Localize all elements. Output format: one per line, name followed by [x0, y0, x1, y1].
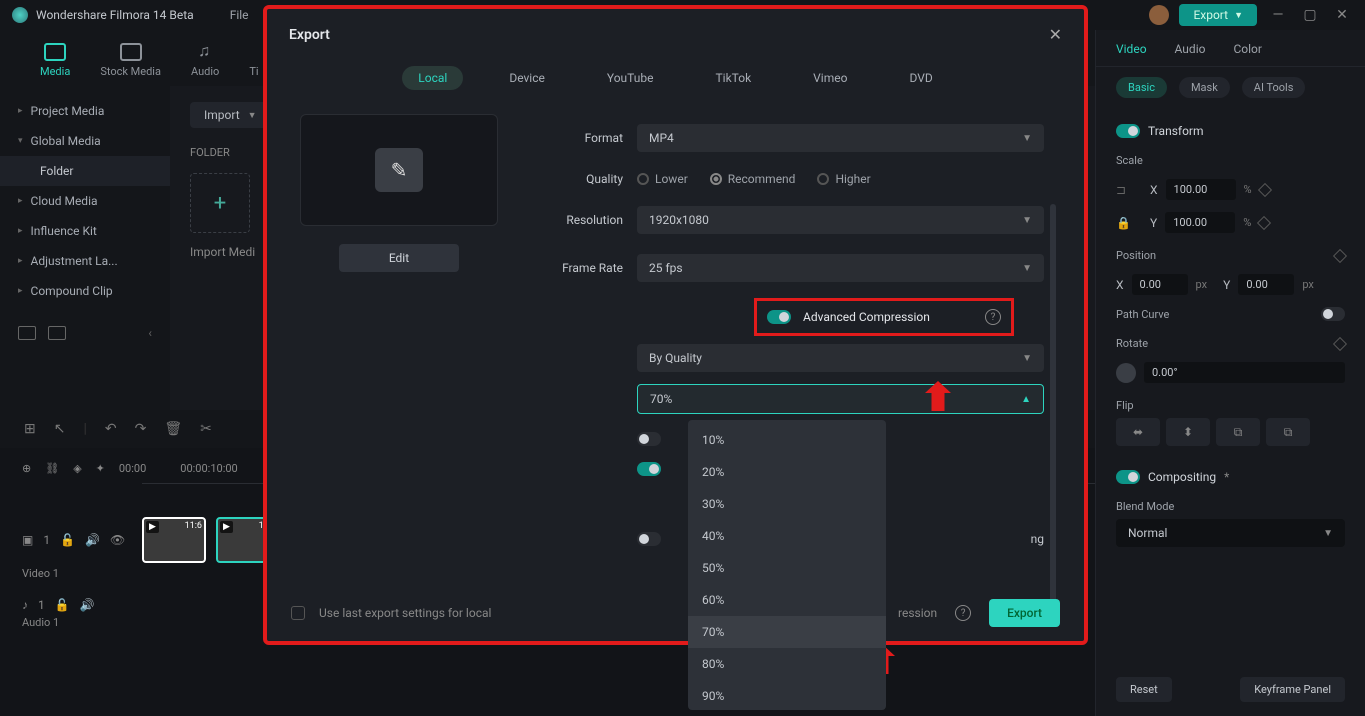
export-button[interactable]: Export: [989, 599, 1060, 627]
help-icon[interactable]: ?: [955, 605, 971, 621]
export-tab-youtube[interactable]: YouTube: [591, 66, 670, 90]
compression-label: ression: [898, 606, 937, 620]
adv-compression-label: Advanced Compression: [803, 310, 930, 324]
option-toggle-2[interactable]: [637, 462, 661, 476]
chevron-down-icon: ▼: [1022, 133, 1032, 144]
export-tab-local[interactable]: Local: [402, 66, 463, 90]
use-last-settings-label: Use last export settings for local: [319, 606, 491, 620]
format-dropdown[interactable]: MP4▼: [637, 124, 1044, 152]
quality-percent-dropdown[interactable]: 70%▲: [637, 384, 1044, 414]
export-modal: Export ✕ Local Device YouTube TikTok Vim…: [263, 5, 1088, 645]
export-tab-dvd[interactable]: DVD: [893, 66, 948, 90]
close-modal-button[interactable]: ✕: [1049, 25, 1062, 44]
help-icon[interactable]: ?: [985, 309, 1001, 325]
option-toggle-1[interactable]: [637, 432, 661, 446]
modal-backdrop: Export ✕ Local Device YouTube TikTok Vim…: [0, 0, 1365, 716]
pct-option-80[interactable]: 80%: [688, 648, 886, 680]
chevron-down-icon: ▼: [1022, 353, 1032, 364]
format-label: Format: [533, 131, 623, 145]
by-quality-dropdown[interactable]: By Quality▼: [637, 344, 1044, 372]
framerate-dropdown[interactable]: 25 fps▼: [637, 254, 1044, 282]
framerate-label: Frame Rate: [533, 261, 623, 275]
edit-preview-button[interactable]: Edit: [339, 244, 459, 272]
resolution-label: Resolution: [533, 213, 623, 227]
export-preview: ✎: [300, 114, 498, 226]
pct-option-10[interactable]: 10%: [688, 424, 886, 456]
pct-option-70[interactable]: 70%: [688, 616, 886, 648]
pct-option-20[interactable]: 20%: [688, 456, 886, 488]
pct-option-60[interactable]: 60%: [688, 584, 886, 616]
chevron-down-icon: ▼: [1022, 263, 1032, 274]
quality-label: Quality: [533, 172, 623, 186]
pct-option-90[interactable]: 90%: [688, 680, 886, 712]
use-last-settings-checkbox[interactable]: [291, 606, 305, 620]
modal-title: Export: [289, 27, 330, 43]
pct-option-50[interactable]: 50%: [688, 552, 886, 584]
chevron-down-icon: ▼: [1022, 215, 1032, 226]
export-tabs: Local Device YouTube TikTok Vimeo DVD: [267, 52, 1084, 108]
option-toggle-3[interactable]: [637, 532, 661, 546]
pct-option-30[interactable]: 30%: [688, 488, 886, 520]
advanced-compression-highlight: Advanced Compression ?: [754, 298, 1014, 336]
pct-option-40[interactable]: 40%: [688, 520, 886, 552]
resolution-dropdown[interactable]: 1920x1080▼: [637, 206, 1044, 234]
export-tab-tiktok[interactable]: TikTok: [699, 66, 767, 90]
chevron-up-icon: ▲: [1021, 394, 1031, 405]
quality-recommend-radio[interactable]: Recommend: [710, 172, 796, 186]
quality-percent-list: 10% 20% 30% 40% 50% 60% 70% 80% 90%: [688, 420, 886, 710]
adv-compression-toggle[interactable]: [767, 310, 791, 324]
scrollbar[interactable]: [1050, 204, 1056, 624]
quality-higher-radio[interactable]: Higher: [817, 172, 870, 186]
quality-lower-radio[interactable]: Lower: [637, 172, 688, 186]
export-tab-device[interactable]: Device: [493, 66, 561, 90]
export-tab-vimeo[interactable]: Vimeo: [797, 66, 863, 90]
pencil-icon: ✎: [375, 148, 423, 192]
modal-footer: Use last export settings for local Durat…: [267, 599, 1084, 627]
